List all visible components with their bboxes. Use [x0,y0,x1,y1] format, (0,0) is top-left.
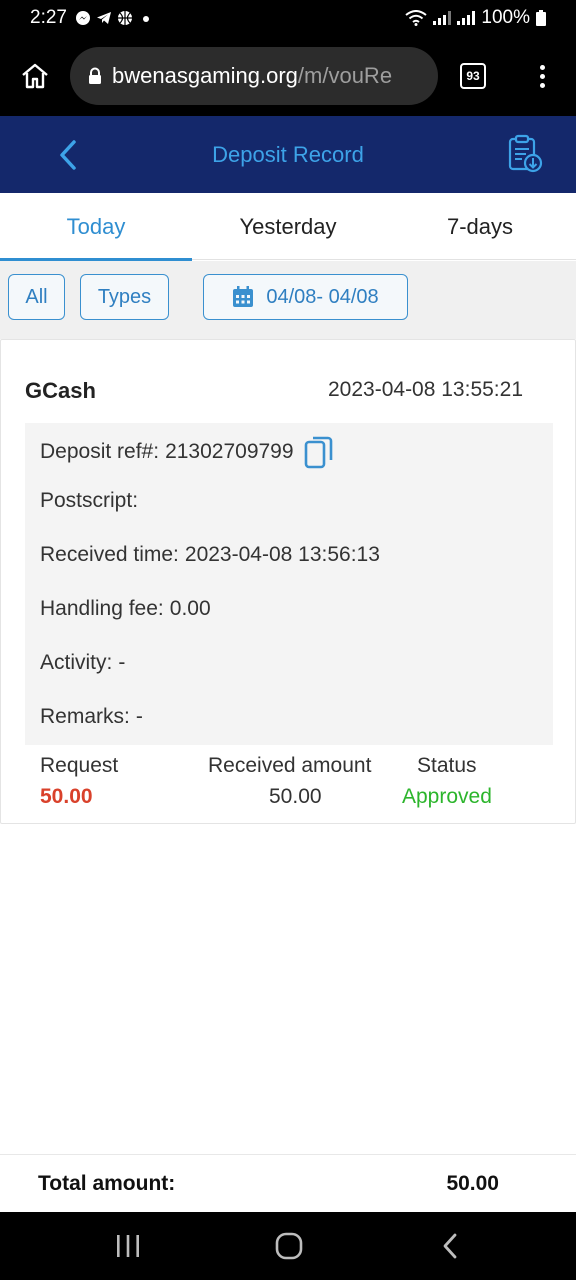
messenger-icon [75,11,90,25]
detail-remarks: Remarks: - [40,705,143,729]
home-circle-icon [275,1232,303,1260]
detail-activity: Activity: - [40,651,125,675]
filter-bar: All Types 04/08- 04/08 [0,261,576,339]
browser-menu-button[interactable] [508,36,576,116]
chevron-left-icon [60,140,76,170]
deposit-ref-value: 21302709799 [165,440,294,463]
payment-method: GCash [25,378,96,403]
copy-icon[interactable] [304,435,334,469]
received-amount-label: Received amount [208,754,372,777]
back-nav-icon [443,1233,457,1259]
system-icons: 100% [405,7,546,29]
home-nav-button[interactable] [259,1226,319,1266]
app-header: Deposit Record [0,116,576,193]
request-amount: 50.00 [40,785,93,808]
activity-value: - [118,651,126,674]
record-details: Deposit ref#: 21302709799 Postscript: Re… [25,423,553,745]
notification-icons [75,10,154,26]
date-tabs: Today Yesterday 7-days [0,193,576,261]
url-host: bwenasgaming.org [112,63,298,88]
back-nav-button[interactable] [420,1226,480,1266]
remarks-value: - [135,705,143,728]
status-badge: Approved [402,785,492,808]
browser-toolbar: bwenasgaming.org/m/vouRe 93 [0,36,576,116]
date-range-button[interactable]: 04/08- 04/08 [203,274,408,320]
total-bar: Total amount: 50.00 [0,1154,576,1212]
detail-label: Postscript: [40,489,139,512]
detail-label: Deposit ref#: [40,440,160,463]
detail-received-time: Received time: 2023-04-08 13:56:13 [40,543,380,567]
url-path: /m/vouRe [297,63,393,88]
back-button[interactable] [52,138,84,172]
detail-label: Received time: [40,543,179,566]
total-amount-value: 50.00 [446,1172,499,1195]
request-label: Request [40,754,119,777]
status-label: Status [417,754,477,777]
detail-label: Remarks: [40,705,130,728]
status-bar: 2:27 100% [0,0,576,36]
signal-icon-2 [457,11,476,25]
detail-handling-fee: Handling fee: 0.00 [40,597,211,621]
recents-button[interactable] [98,1226,158,1266]
tab-switcher-button[interactable]: 93 [438,36,508,116]
received-amount: 50.00 [269,785,322,808]
tab-count: 93 [460,63,486,89]
menu-dot [539,73,545,79]
tab-yesterday[interactable]: Yesterday [192,193,384,260]
dot-icon [142,16,149,22]
status-time: 2:27 [30,7,67,28]
system-nav-bar [0,1212,576,1280]
address-bar[interactable]: bwenasgaming.org/m/vouRe [70,47,438,105]
date-range-label: 04/08- 04/08 [266,285,379,308]
battery-level: 100% [481,7,530,28]
total-amount-label: Total amount: [38,1172,176,1195]
battery-icon [536,10,546,26]
handling-fee-value: 0.00 [169,597,211,620]
basketball-icon [117,11,132,25]
signal-icon [433,11,452,25]
screen: 2:27 100% bwenasgaming.org/m/vouRe 93 De… [0,0,576,1280]
tab-7-days[interactable]: 7-days [384,193,576,260]
clipboard-download-icon[interactable] [504,134,544,174]
detail-deposit-ref: Deposit ref#: 21302709799 [40,435,334,469]
home-button[interactable] [0,36,70,116]
telegram-icon [96,12,111,24]
detail-label: Activity: [40,651,113,674]
page-title: Deposit Record [212,141,364,167]
lock-icon [89,67,101,84]
detail-label: Handling fee: [40,597,164,620]
menu-dot [539,82,545,88]
wifi-icon [405,10,428,26]
deposit-record-card: GCash 2023-04-08 13:55:21 Deposit ref#: … [0,339,576,824]
record-summary: Request Received amount Status 50.00 50.… [1,750,576,820]
menu-dot [539,64,545,70]
record-created-time: 2023-04-08 13:55:21 [328,378,523,401]
filter-all-button[interactable]: All [8,274,65,320]
received-time-value: 2023-04-08 13:56:13 [184,543,380,566]
calendar-icon [233,286,254,307]
home-icon [22,63,48,89]
recents-icon [117,1235,139,1257]
tab-today[interactable]: Today [0,193,192,261]
detail-postscript: Postscript: [40,489,144,513]
filter-types-button[interactable]: Types [80,274,169,320]
